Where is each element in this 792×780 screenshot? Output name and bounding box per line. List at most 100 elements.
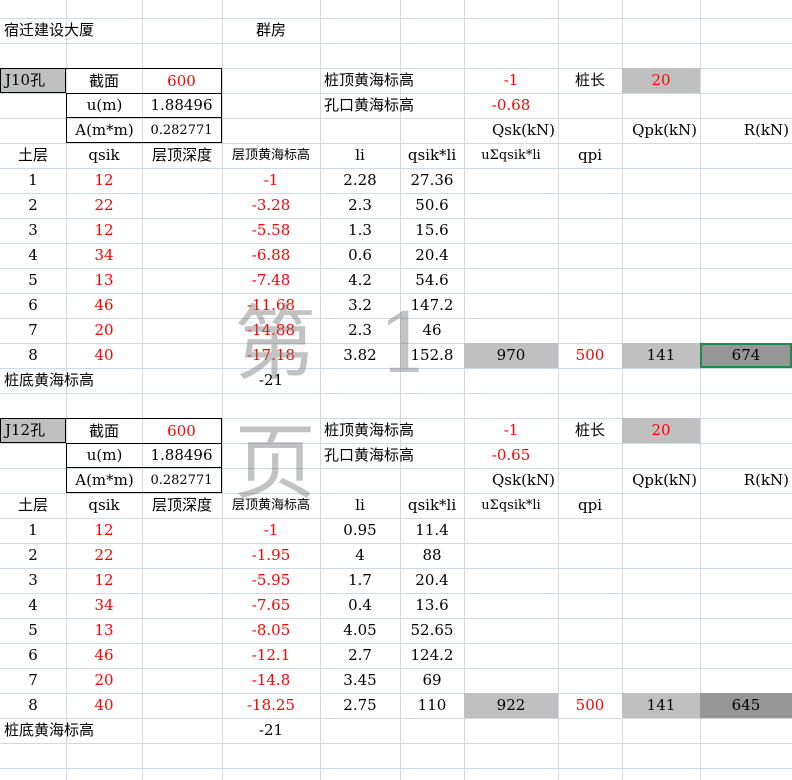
elevation-cell[interactable]: -18.25	[222, 693, 320, 718]
column-header-cell[interactable]: qsik*li	[400, 493, 464, 518]
pile-bottom-label-cell[interactable]: 桩底黄海标高	[0, 368, 142, 393]
qpk-label-cell[interactable]: Qpk(kN)	[622, 468, 700, 493]
hole-id-cell[interactable]: J12孔	[0, 418, 66, 443]
depth-cell[interactable]	[142, 293, 222, 318]
qsik-li-cell[interactable]: 124.2	[400, 643, 464, 668]
li-cell[interactable]: 2.3	[320, 318, 400, 343]
qsik-cell[interactable]: 13	[66, 618, 142, 643]
elevation-cell[interactable]: -8.05	[222, 618, 320, 643]
area-label-cell[interactable]: A(m*m)	[66, 118, 142, 143]
depth-cell[interactable]	[142, 193, 222, 218]
qsik-cell[interactable]: 20	[66, 668, 142, 693]
column-header-cell[interactable]: li	[320, 143, 400, 168]
layer-cell[interactable]: 4	[0, 593, 66, 618]
qsik-cell[interactable]: 46	[66, 643, 142, 668]
qsik-cell[interactable]: 22	[66, 193, 142, 218]
column-header-cell[interactable]: qsik*li	[400, 143, 464, 168]
layer-cell[interactable]: 2	[0, 543, 66, 568]
pile-top-value-cell[interactable]: -1	[464, 68, 558, 93]
column-header-cell[interactable]: qsik	[66, 493, 142, 518]
layer-cell[interactable]: 5	[0, 618, 66, 643]
qsik-li-cell[interactable]: 15.6	[400, 218, 464, 243]
layer-cell[interactable]: 1	[0, 518, 66, 543]
pile-top-label-cell[interactable]: 桩顶黄海标高	[320, 418, 464, 443]
depth-cell[interactable]	[142, 168, 222, 193]
building-name-cell[interactable]: 群房	[222, 18, 320, 43]
elevation-cell[interactable]: -1	[222, 168, 320, 193]
u-label-cell[interactable]: u(m)	[66, 93, 142, 118]
depth-cell[interactable]	[142, 693, 222, 718]
li-cell[interactable]: 2.28	[320, 168, 400, 193]
qsik-li-cell[interactable]: 88	[400, 543, 464, 568]
li-cell[interactable]: 0.6	[320, 243, 400, 268]
area-value-cell[interactable]: 0.282771	[142, 118, 222, 143]
hole-mouth-label-cell[interactable]: 孔口黄海标高	[320, 93, 464, 118]
column-header-cell[interactable]: li	[320, 493, 400, 518]
qsik-cell[interactable]: 34	[66, 593, 142, 618]
pile-top-value-cell[interactable]: -1	[464, 418, 558, 443]
layer-cell[interactable]: 3	[0, 218, 66, 243]
li-cell[interactable]: 0.95	[320, 518, 400, 543]
li-cell[interactable]: 3.2	[320, 293, 400, 318]
qsik-li-cell[interactable]: 54.6	[400, 268, 464, 293]
qsik-li-cell[interactable]: 20.4	[400, 243, 464, 268]
section-label-cell[interactable]: 截面	[66, 418, 142, 443]
qpi-cell[interactable]: 500	[558, 343, 622, 368]
li-cell[interactable]: 1.3	[320, 218, 400, 243]
elevation-cell[interactable]: -12.1	[222, 643, 320, 668]
pile-bottom-value-cell[interactable]: -21	[222, 368, 320, 393]
elevation-cell[interactable]: -5.58	[222, 218, 320, 243]
qsik-cell[interactable]: 12	[66, 218, 142, 243]
depth-cell[interactable]	[142, 243, 222, 268]
depth-cell[interactable]	[142, 343, 222, 368]
depth-cell[interactable]	[142, 543, 222, 568]
qpk-value-cell[interactable]: 141	[622, 343, 700, 368]
hole-id-cell[interactable]: J10孔	[0, 68, 66, 93]
column-header-cell[interactable]: qpi	[558, 493, 622, 518]
li-cell[interactable]: 4.05	[320, 618, 400, 643]
elevation-cell[interactable]: -5.95	[222, 568, 320, 593]
qpi-cell[interactable]: 500	[558, 693, 622, 718]
r-value-cell[interactable]: 645	[700, 693, 792, 718]
li-cell[interactable]: 3.82	[320, 343, 400, 368]
qsik-cell[interactable]: 40	[66, 693, 142, 718]
depth-cell[interactable]	[142, 218, 222, 243]
column-header-cell[interactable]: 层顶黄海标高	[222, 493, 320, 518]
elevation-cell[interactable]: -14.88	[222, 318, 320, 343]
elevation-cell[interactable]: -7.65	[222, 593, 320, 618]
sum-qsik-li-cell[interactable]: 922	[464, 693, 558, 718]
li-cell[interactable]: 0.4	[320, 593, 400, 618]
r-value-cell[interactable]: 674	[700, 343, 792, 368]
column-header-cell[interactable]: uΣqsik*li	[464, 143, 558, 168]
depth-cell[interactable]	[142, 618, 222, 643]
layer-cell[interactable]: 8	[0, 693, 66, 718]
r-label-cell[interactable]: R(kN)	[700, 118, 792, 143]
qsik-li-cell[interactable]: 152.8	[400, 343, 464, 368]
depth-cell[interactable]	[142, 643, 222, 668]
elevation-cell[interactable]: -3.28	[222, 193, 320, 218]
pile-length-value-cell[interactable]: 20	[622, 418, 700, 443]
elevation-cell[interactable]: -14.8	[222, 668, 320, 693]
layer-cell[interactable]: 3	[0, 568, 66, 593]
section-value-cell[interactable]: 600	[142, 68, 222, 93]
qsik-li-cell[interactable]: 27.36	[400, 168, 464, 193]
depth-cell[interactable]	[142, 518, 222, 543]
column-header-cell[interactable]: uΣqsik*li	[464, 493, 558, 518]
pile-length-label-cell[interactable]: 桩长	[558, 68, 622, 93]
depth-cell[interactable]	[142, 668, 222, 693]
qsk-label-cell[interactable]: Qsk(kN)	[464, 468, 558, 493]
column-header-cell[interactable]: qsik	[66, 143, 142, 168]
qsik-cell[interactable]: 12	[66, 518, 142, 543]
project-name-cell[interactable]: 宿迁建设大厦	[0, 18, 142, 43]
hole-mouth-label-cell[interactable]: 孔口黄海标高	[320, 443, 464, 468]
layer-cell[interactable]: 8	[0, 343, 66, 368]
layer-cell[interactable]: 2	[0, 193, 66, 218]
elevation-cell[interactable]: -11.68	[222, 293, 320, 318]
depth-cell[interactable]	[142, 318, 222, 343]
qsik-li-cell[interactable]: 13.6	[400, 593, 464, 618]
elevation-cell[interactable]: -17.18	[222, 343, 320, 368]
qsik-cell[interactable]: 12	[66, 168, 142, 193]
qsik-cell[interactable]: 20	[66, 318, 142, 343]
depth-cell[interactable]	[142, 568, 222, 593]
li-cell[interactable]: 4.2	[320, 268, 400, 293]
